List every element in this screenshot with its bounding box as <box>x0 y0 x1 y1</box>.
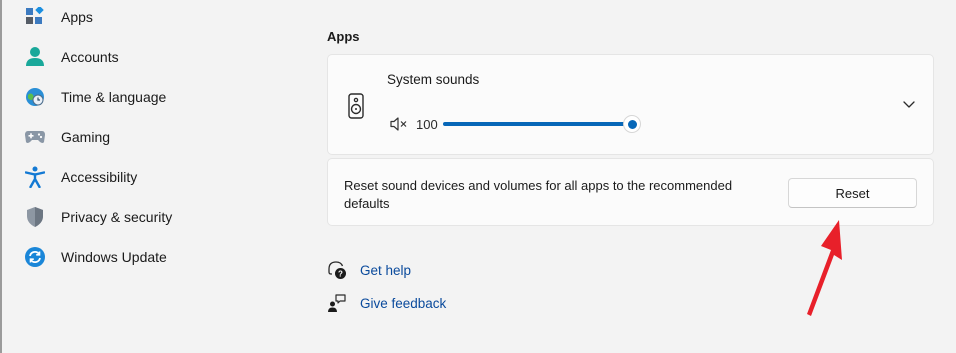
time-language-icon <box>22 84 48 110</box>
chevron-down-icon[interactable] <box>900 95 918 113</box>
sidebar-item-accounts[interactable]: Accounts <box>22 39 282 75</box>
sidebar-item-label: Time & language <box>61 89 167 105</box>
settings-sidebar: Apps Accounts Time & language Gaming Acc… <box>0 0 300 353</box>
apps-icon <box>22 4 48 30</box>
speaker-icon <box>346 93 366 119</box>
section-title: Apps <box>327 29 360 44</box>
sidebar-item-time-language[interactable]: Time & language <box>22 79 282 115</box>
give-feedback-link[interactable]: Give feedback <box>327 292 446 314</box>
sidebar-item-label: Windows Update <box>61 249 167 265</box>
get-help-icon: ? <box>327 260 347 280</box>
annotation-arrow <box>807 220 842 316</box>
sidebar-item-label: Gaming <box>61 129 111 145</box>
give-feedback-label: Give feedback <box>360 295 447 311</box>
svg-text:?: ? <box>338 269 343 278</box>
system-sounds-title: System sounds <box>387 72 480 87</box>
sidebar-item-apps[interactable]: Apps <box>22 0 282 35</box>
shield-icon <box>22 204 48 230</box>
sidebar-item-label: Apps <box>61 9 93 25</box>
gaming-icon <box>22 124 48 150</box>
volume-mute-icon[interactable] <box>389 116 409 132</box>
windows-update-icon <box>22 244 48 270</box>
volume-slider-track <box>443 122 631 126</box>
sidebar-item-label: Accounts <box>61 49 119 65</box>
get-help-label: Get help <box>360 262 412 278</box>
sidebar-item-label: Accessibility <box>61 169 138 185</box>
sidebar-item-accessibility[interactable]: Accessibility <box>22 159 282 195</box>
reset-description: Reset sound devices and volumes for all … <box>344 178 733 211</box>
sidebar-item-privacy-security[interactable]: Privacy & security <box>22 199 282 235</box>
accounts-icon <box>22 44 48 70</box>
sidebar-item-gaming[interactable]: Gaming <box>22 119 282 155</box>
system-sounds-card[interactable]: System sounds 100 <box>327 54 934 155</box>
volume-slider-thumb[interactable] <box>623 115 641 133</box>
sidebar-item-windows-update[interactable]: Windows Update <box>22 239 282 275</box>
volume-value: 100 <box>416 117 438 132</box>
sidebar-item-label: Privacy & security <box>61 209 173 225</box>
feedback-icon <box>327 293 347 313</box>
accessibility-icon <box>22 164 48 190</box>
get-help-link[interactable]: ? Get help <box>327 259 411 281</box>
volume-slider[interactable] <box>443 115 643 133</box>
reset-button[interactable]: Reset <box>788 178 917 208</box>
